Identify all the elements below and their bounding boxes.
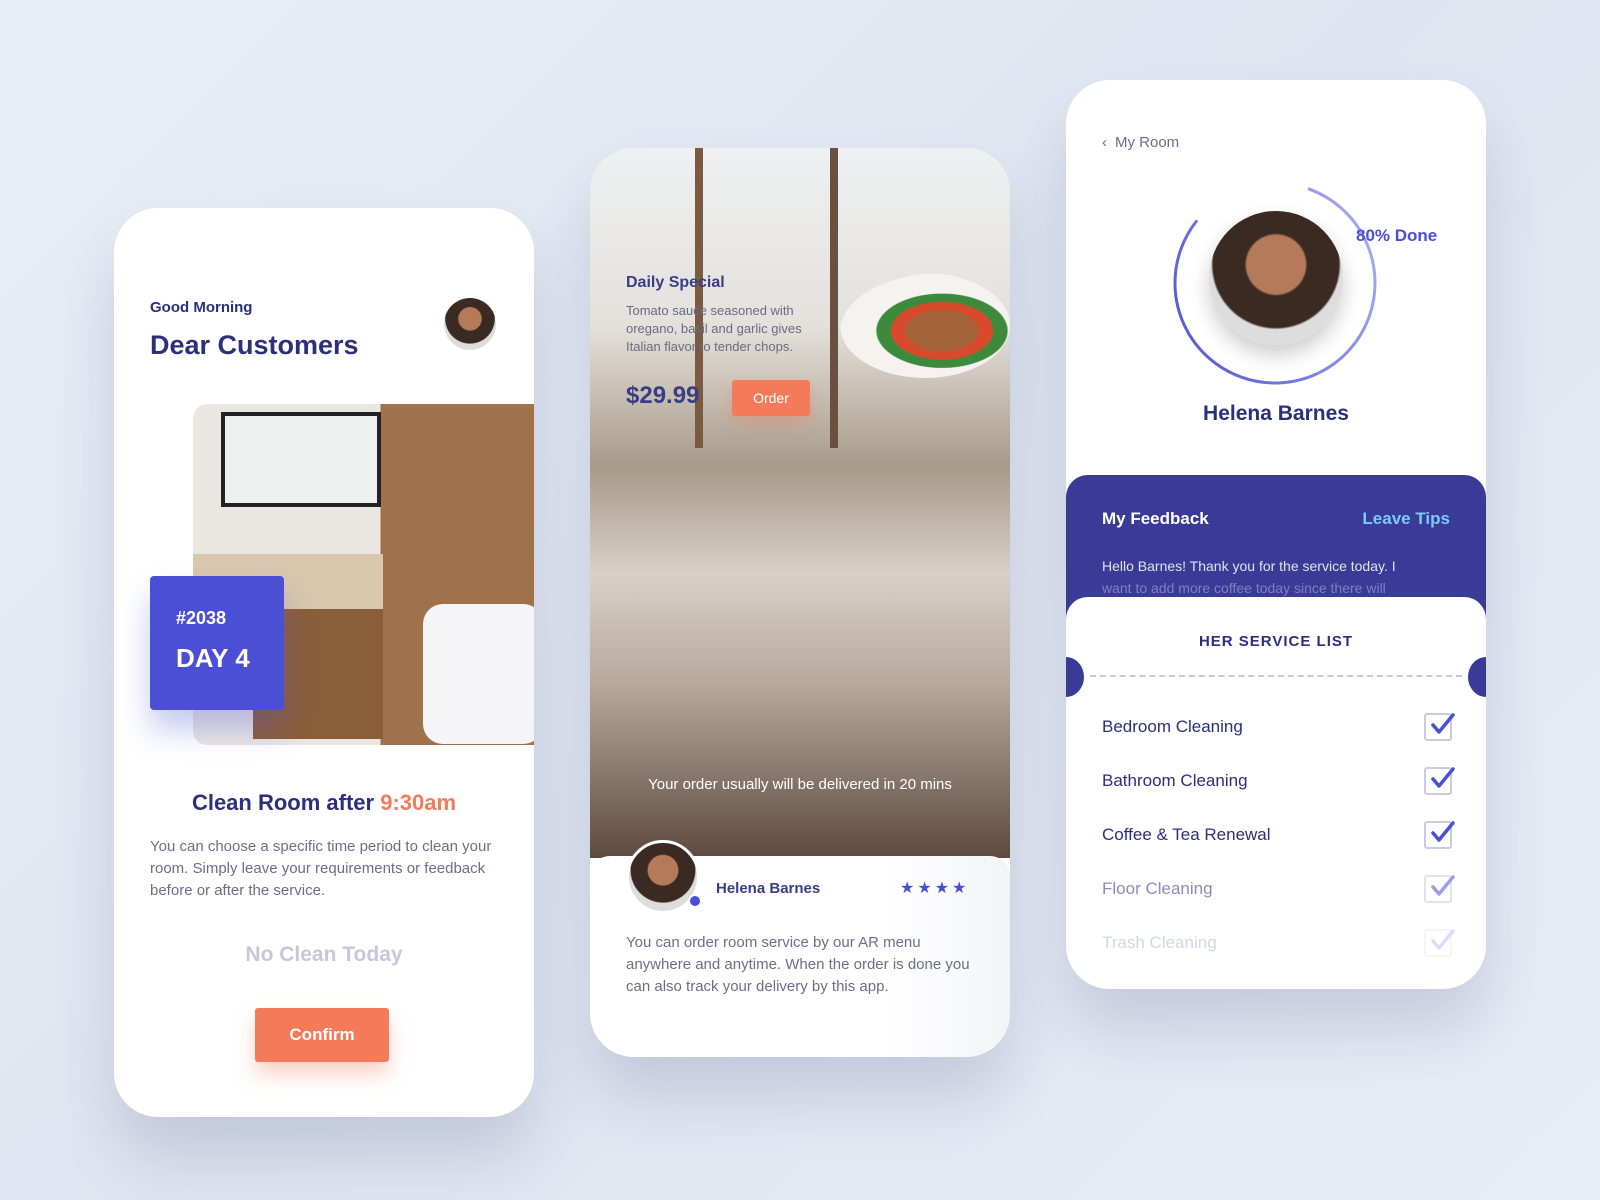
staff-name: Helena Barnes [1203, 402, 1349, 425]
no-clean-option[interactable]: No Clean Today [114, 943, 534, 967]
service-label: Floor Cleaning [1102, 879, 1213, 898]
list-item[interactable]: Trash Cleaning [1102, 928, 1455, 958]
service-label: Coffee & Tea Renewal [1102, 825, 1271, 844]
day-label: DAY 4 [176, 643, 250, 673]
service-label: Bedroom Cleaning [1102, 717, 1243, 736]
hero-photo [590, 148, 1010, 858]
clean-heading: Clean Room after 9:30am [114, 790, 534, 816]
special-description: Tomato sauce seasoned with oregano, basi… [626, 303, 802, 354]
check-icon [1431, 929, 1455, 950]
checkbox[interactable] [1424, 767, 1455, 795]
chevron-left-icon: ‹ [1102, 134, 1107, 151]
checkbox[interactable] [1424, 929, 1455, 957]
clean-prefix: Clean Room after [191, 790, 375, 815]
description: You can choose a specific time period to… [150, 838, 492, 899]
star-rating: ★★★★ [900, 880, 970, 897]
feedback-line: want to add more coffee today since ther… [1102, 580, 1386, 596]
special-title: Daily Special [626, 274, 725, 291]
feedback-text[interactable]: Hello Barnes! Thank you for the service … [1102, 555, 1452, 599]
back-label: My Room [1115, 134, 1180, 151]
staff-photo [1209, 211, 1343, 345]
check-icon [1431, 821, 1455, 842]
order-button[interactable]: Order [732, 380, 810, 416]
confirm-button[interactable]: Confirm [255, 1008, 389, 1062]
list-title: HER SERVICE LIST [1198, 633, 1354, 650]
room-service-screen: Daily Special Tomato sauce seasoned with… [590, 148, 1010, 1057]
avatar[interactable] [444, 298, 496, 350]
ticket-notch [1468, 657, 1486, 697]
list-item[interactable]: Bedroom Cleaning [1102, 712, 1455, 742]
staff-name: Helena Barnes [716, 880, 821, 897]
check-icon [1431, 713, 1455, 734]
clean-time[interactable]: 9:30am [380, 790, 456, 815]
list-item[interactable]: Bathroom Cleaning [1102, 766, 1455, 796]
service-label: Bathroom Cleaning [1102, 771, 1248, 790]
greeting: Good Morning [150, 299, 253, 316]
leave-tips-link[interactable]: Leave Tips [1362, 509, 1450, 529]
checkbox[interactable] [1424, 821, 1455, 849]
welcome-screen: Good Morning Dear Customers #2038 DAY 4 … [114, 208, 534, 1117]
online-indicator [688, 894, 702, 908]
back-button[interactable]: ‹ My Room [1102, 134, 1179, 151]
price: $29.99 [626, 382, 700, 409]
service-list: HER SERVICE LIST Bedroom Cleaning Bathroo… [1066, 597, 1486, 989]
feedback-line: Hello Barnes! Thank you for the service … [1102, 558, 1396, 574]
check-icon [1431, 767, 1455, 788]
feedback-title: My Feedback [1102, 509, 1209, 528]
service-description: You can order room service by our AR men… [626, 934, 970, 995]
food-plate-image [840, 273, 1010, 378]
my-room-screen: ‹ My Room 80% Done Helena Barnes My Feedb… [1066, 80, 1486, 989]
list-item[interactable]: Floor Cleaning [1102, 874, 1455, 904]
service-label: Trash Cleaning [1102, 933, 1217, 952]
check-icon [1431, 875, 1455, 896]
progress-label: 80% Done [1356, 226, 1438, 245]
page-title: Dear Customers [150, 330, 359, 360]
delivery-note: Your order usually will be delivered in … [648, 776, 952, 793]
room-number: #2038 [176, 608, 227, 628]
day-badge: #2038 DAY 4 [150, 576, 284, 710]
checkbox[interactable] [1424, 713, 1455, 741]
ticket-notch [1066, 657, 1084, 697]
checkbox[interactable] [1424, 875, 1455, 903]
divider [1090, 675, 1462, 677]
list-item[interactable]: Coffee & Tea Renewal [1102, 820, 1455, 850]
